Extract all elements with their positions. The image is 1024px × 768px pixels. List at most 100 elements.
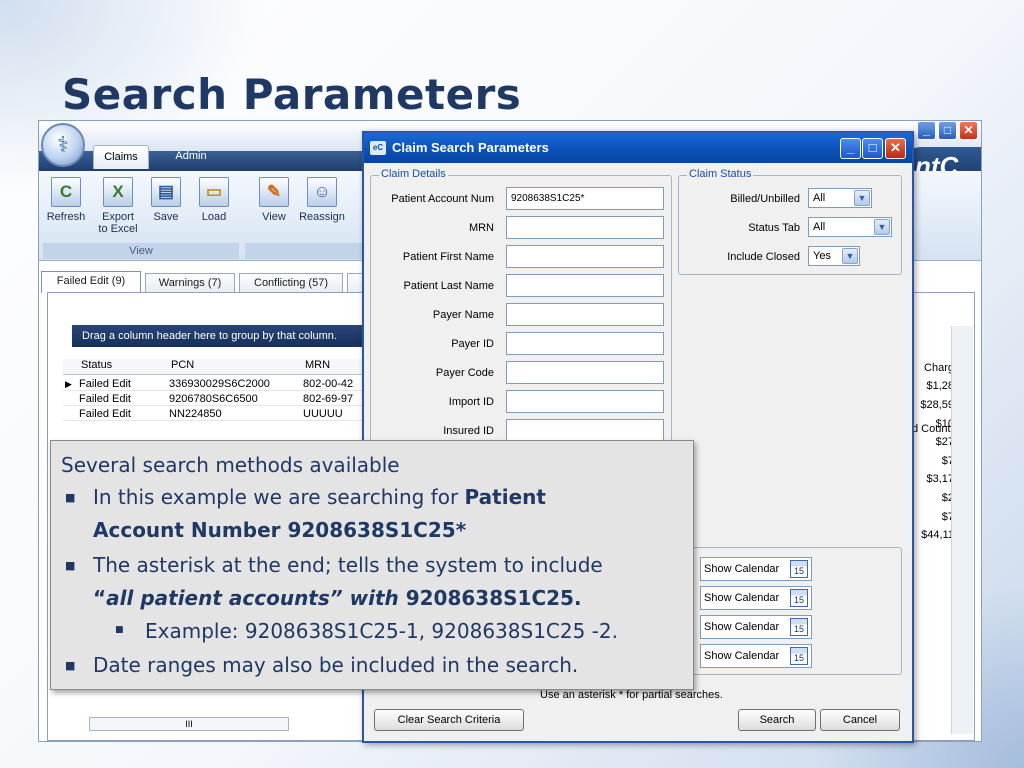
dialog-maximize-icon[interactable]: □ [862,138,883,159]
import-id-label: Import ID [448,396,494,408]
reassign-label: Reassign [299,211,345,223]
export-button[interactable]: X Export to Excel [95,177,141,235]
cell-status: Failed Edit [79,393,131,405]
bullet-1-bold: Patient [464,485,546,509]
insured-id-field[interactable] [506,419,664,442]
bullet-2-line-1: The asterisk at the end; tells the syste… [93,553,603,577]
dialog-minimize-icon[interactable]: _ [840,138,861,159]
import-id-field[interactable] [506,390,664,413]
show-calendar-button[interactable]: Show Calendar 15 [700,586,812,610]
bullet-1-line-2: Account Number 9208638S1C25* [93,518,467,542]
caduceus-logo-icon[interactable]: ⚕ [41,123,85,167]
mrn-field[interactable] [506,216,664,239]
payer-name-label: Payer Name [432,309,494,321]
tab-warnings[interactable]: Warnings (7) [145,273,235,293]
table-row[interactable]: Failed Edit 9206780S6C6500 802-69-97 [63,392,363,406]
bullet-2-bold: 9208638S1C25. [398,586,582,610]
square-bullet-icon: ■ [65,659,76,672]
cell-pcn: 9206780S6C6500 [169,393,258,405]
export-label-2: to Excel [98,223,138,235]
claim-details-legend: Claim Details [379,168,448,180]
payer-name-field[interactable] [506,303,664,326]
reassign-button[interactable]: ☺ Reassign [299,177,345,223]
calendar-icon: 15 [790,618,808,636]
tab-failed-edit[interactable]: Failed Edit (9) [41,271,141,293]
column-pcn[interactable]: PCN [171,359,194,371]
calendar-icon: 15 [790,560,808,578]
column-mrn[interactable]: MRN [305,359,330,371]
patient-account-label: Patient Account Num [391,193,494,205]
callout-intro: Several search methods available [61,453,400,477]
status-tab-label: Status Tab [748,222,800,234]
first-name-field[interactable] [506,245,664,268]
cell-status: Failed Edit [79,408,131,420]
status-tab-select[interactable]: All ▼ [808,217,892,237]
row-pointer-icon: ▶ [65,379,72,389]
close-icon[interactable]: ✕ [959,121,978,140]
refresh-button[interactable]: C Refresh [43,177,89,223]
show-calendar-button[interactable]: Show Calendar 15 [700,644,812,668]
save-label: Save [153,211,179,223]
search-button[interactable]: Search [738,709,816,731]
ribbon-group-view: View [43,243,239,259]
load-button[interactable]: ▭ Load [191,177,237,223]
table-row[interactable]: ▶ Failed Edit 336930029S6C2000 802-00-42 [63,377,363,391]
cell-pcn: NN224850 [169,408,222,420]
last-name-label: Patient Last Name [403,280,495,292]
calendar-icon: 15 [790,589,808,607]
minimize-icon[interactable]: _ [917,121,936,140]
refresh-label: Refresh [46,211,86,223]
show-calendar-label: Show Calendar [704,650,780,662]
last-name-field[interactable] [506,274,664,297]
horizontal-scrollbar[interactable]: III [89,717,289,731]
bullet-2-italic: all patient accounts” with [106,586,399,610]
maximize-icon[interactable]: □ [938,121,957,140]
billed-unbilled-label: Billed/Unbilled [730,193,800,205]
view-icon: ✎ [259,177,289,207]
square-bullet-icon: ■ [65,559,76,572]
cancel-button[interactable]: Cancel [820,709,900,731]
load-label: Load [201,211,227,223]
tab-admin[interactable]: Admin [163,145,219,169]
chevron-down-icon: ▼ [842,248,858,264]
chevron-down-icon: ▼ [854,190,870,206]
bullet-3: Date ranges may also be included in the … [93,653,579,677]
payer-id-field[interactable] [506,332,664,355]
column-status[interactable]: Status [81,359,112,371]
patient-account-field[interactable]: 9208638S1C25* [506,187,664,210]
payer-id-label: Payer ID [451,338,494,350]
mrn-label: MRN [468,222,494,234]
square-bullet-icon: ■ [115,625,124,635]
refresh-icon: C [51,177,81,207]
billed-unbilled-select[interactable]: All ▼ [808,188,872,208]
vertical-scrollbar[interactable] [951,326,973,734]
folder-icon: ▭ [199,177,229,207]
show-calendar-label: Show Calendar [704,592,780,604]
save-icon: ▤ [151,177,181,207]
table-row[interactable]: Failed Edit NN224850 UUUUU [63,407,363,421]
bullet-1-line-1: In this example we are searching for Pat… [93,485,546,509]
ribbon-group-actions [245,243,365,259]
cell-mrn: 802-69-97 [303,393,354,405]
open-quote: “ [93,586,107,610]
save-button[interactable]: ▤ Save [143,177,189,223]
include-closed-select[interactable]: Yes ▼ [808,246,860,266]
view-button[interactable]: ✎ View [251,177,297,223]
tab-conflicting[interactable]: Conflicting (57) [239,273,343,293]
billed-unbilled-value: All [813,192,826,204]
app-badge-icon: eC [370,141,386,155]
dialog-titlebar[interactable]: eC Claim Search Parameters _ □ ✕ [364,133,912,163]
payer-code-field[interactable] [506,361,664,384]
include-closed-value: Yes [813,250,831,262]
group-by-bar[interactable]: Drag a column header here to group by th… [72,325,372,347]
clear-search-criteria-button[interactable]: Clear Search Criteria [374,709,524,731]
tab-claims[interactable]: Claims [93,145,149,169]
first-name-label: Patient First Name [402,251,494,263]
include-closed-label: Include Closed [727,251,800,263]
slide-title: Search Parameters [62,70,522,119]
show-calendar-button[interactable]: Show Calendar 15 [700,557,812,581]
show-calendar-label: Show Calendar [704,563,780,575]
show-calendar-button[interactable]: Show Calendar 15 [700,615,812,639]
dialog-close-icon[interactable]: ✕ [885,138,906,159]
excel-icon: X [103,177,133,207]
